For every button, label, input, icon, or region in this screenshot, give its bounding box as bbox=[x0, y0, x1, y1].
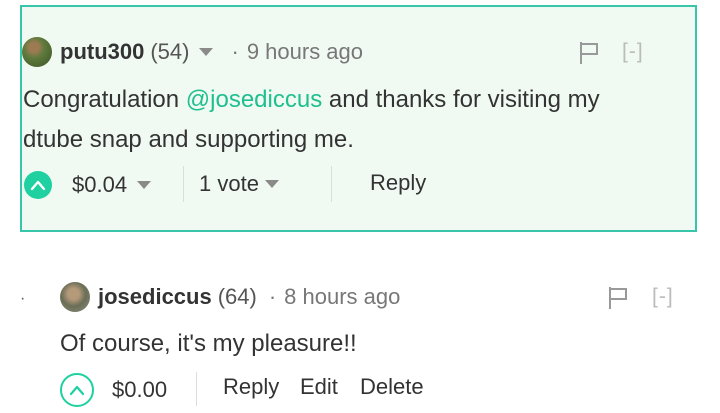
chevron-down-icon[interactable] bbox=[137, 181, 152, 189]
avatar[interactable] bbox=[60, 282, 90, 312]
body-text: dtube snap and supporting me. bbox=[23, 126, 354, 153]
reply-button[interactable]: Reply bbox=[370, 170, 426, 196]
user-mention-link[interactable]: @josediccus bbox=[186, 86, 322, 113]
chevron-down-icon[interactable] bbox=[264, 180, 279, 188]
chevron-up-icon bbox=[30, 180, 46, 191]
collapse-button[interactable]: [-] bbox=[622, 40, 644, 64]
comment-header: josediccus (64) · 8 hours ago bbox=[60, 282, 400, 312]
avatar[interactable] bbox=[22, 37, 52, 67]
comment-body: Of course, it's my pleasure!! bbox=[60, 330, 357, 357]
reply-button[interactable]: Reply bbox=[223, 374, 279, 400]
delete-button[interactable]: Delete bbox=[360, 374, 424, 400]
payout-value[interactable]: $0.00 bbox=[112, 377, 167, 403]
author-name[interactable]: putu300 bbox=[60, 39, 144, 65]
comment-header: putu300 (54) · 9 hours ago bbox=[22, 37, 363, 67]
edit-button[interactable]: Edit bbox=[300, 374, 338, 400]
thread-bullet: · bbox=[20, 290, 26, 307]
comment-timestamp[interactable]: 9 hours ago bbox=[247, 39, 363, 65]
votes-dropdown[interactable]: 1 vote bbox=[199, 171, 279, 197]
chevron-up-icon bbox=[69, 385, 85, 396]
upvote-button[interactable] bbox=[24, 171, 52, 199]
chevron-down-icon[interactable] bbox=[199, 48, 214, 56]
author-name[interactable]: josediccus bbox=[98, 284, 212, 310]
separator-dot: · bbox=[231, 39, 239, 64]
body-text: Congratulation bbox=[23, 86, 186, 113]
author-reputation: (54) bbox=[150, 39, 190, 64]
divider bbox=[183, 166, 184, 202]
flag-icon[interactable] bbox=[578, 41, 600, 65]
body-text: and thanks for visiting my bbox=[322, 86, 600, 113]
divider bbox=[331, 166, 332, 202]
payout-value[interactable]: $0.04 bbox=[72, 172, 127, 198]
comment-footer: $0.04 bbox=[24, 171, 152, 199]
author-reputation: (64) bbox=[217, 284, 257, 309]
comment-timestamp[interactable]: 8 hours ago bbox=[284, 284, 400, 310]
upvote-button[interactable] bbox=[60, 373, 94, 407]
divider bbox=[196, 372, 197, 406]
comment-footer: $0.00 bbox=[60, 373, 167, 407]
flag-icon[interactable] bbox=[607, 286, 629, 310]
separator-dot: · bbox=[268, 284, 277, 309]
collapse-button[interactable]: [-] bbox=[652, 285, 674, 309]
comment-body: Congratulation @josediccus and thanks fo… bbox=[23, 80, 683, 160]
vote-count[interactable]: 1 vote bbox=[199, 171, 259, 197]
